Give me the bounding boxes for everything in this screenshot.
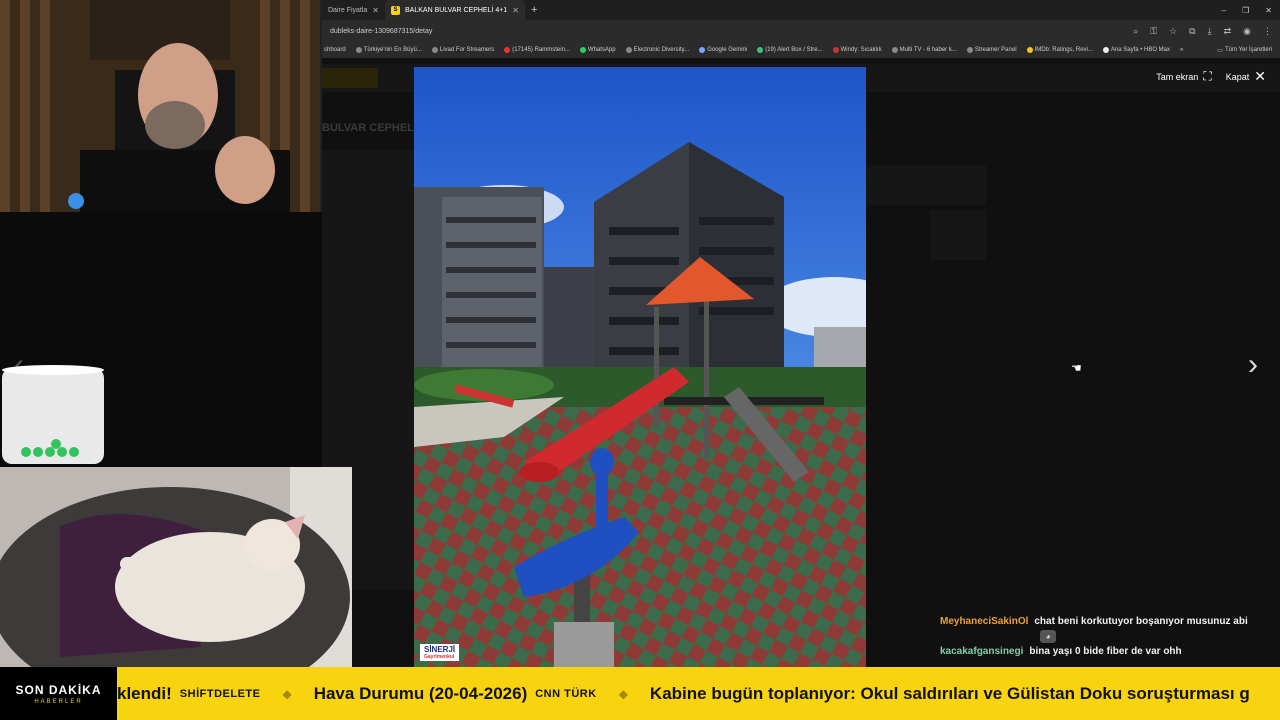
bookmark-item[interactable]: Livad For Streamers bbox=[431, 47, 494, 53]
fullscreen-button[interactable]: Tam ekran ⛶ bbox=[1156, 69, 1211, 84]
chat-message: kacakafgansinegi bina yaşı 0 bide fiber … bbox=[940, 646, 1270, 657]
bookmarks-overflow-button[interactable]: » bbox=[1180, 47, 1183, 53]
next-photo-arrow-icon[interactable]: › bbox=[1248, 350, 1258, 380]
bookmark-item[interactable]: Windy: Sıcaklık bbox=[832, 47, 882, 53]
whatsapp-icon bbox=[579, 47, 586, 53]
profile-icon[interactable]: ◉ bbox=[1243, 26, 1251, 37]
seller-card bbox=[866, 165, 986, 205]
close-icon[interactable]: ✕ bbox=[512, 6, 519, 15]
bookmark-item[interactable]: Electronic Diversity... bbox=[625, 47, 689, 53]
bookmark-item[interactable]: (19) Alert Box / Stre... bbox=[757, 47, 823, 53]
tab-label: Daire Fiyatla bbox=[328, 6, 368, 14]
youtube-icon bbox=[504, 47, 511, 53]
maximize-icon[interactable]: ❐ bbox=[1242, 6, 1249, 15]
seller-photo bbox=[930, 210, 986, 260]
tip-jar-widget bbox=[0, 364, 106, 466]
address-bar[interactable]: dubleks-daire-1309687315/detay ⌕ ⚿ ☆ ⧉ ⤓… bbox=[322, 20, 1280, 42]
breaking-news-badge: SON DAKİKA HABERLER bbox=[0, 667, 117, 720]
ticker-source: CNN TÜRK bbox=[535, 687, 597, 700]
sidebar-icon[interactable]: ⇄ bbox=[1224, 26, 1232, 37]
close-icon: ✕ bbox=[1254, 68, 1266, 84]
close-lightbox-button[interactable]: Kapat ✕ bbox=[1226, 68, 1266, 85]
watermark-logo: SİNERJİ Gayrimenkul bbox=[420, 644, 460, 661]
streamelements-icon bbox=[757, 47, 764, 53]
bookmark-item[interactable]: WhatsApp bbox=[579, 47, 616, 53]
cat-emote-icon: ◕ bbox=[1040, 630, 1056, 643]
site-icon bbox=[625, 47, 632, 53]
browser-tabbar: Daire Fiyatla ✕ S BALKAN BULVAR CEPHELİ … bbox=[322, 0, 1280, 20]
imdb-icon bbox=[1026, 47, 1033, 53]
news-ticker: klendi! SHİFTDELETE ◆ Hava Durumu (20-04… bbox=[0, 667, 1280, 720]
badge-subtitle: HABERLER bbox=[34, 698, 83, 705]
window-close-icon[interactable]: ✕ bbox=[1265, 6, 1272, 15]
ticker-headline: Kabine bugün toplanıyor: Okul saldırılar… bbox=[649, 683, 1250, 703]
all-bookmarks-folder[interactable]: ▭ Tüm Yer İşaretleri bbox=[1217, 47, 1280, 54]
site-icon bbox=[966, 47, 973, 53]
bookmarks-bar: shboard Türkiye'nin En Büyü... Livad For… bbox=[322, 42, 1280, 58]
download-icon[interactable]: ⤓ bbox=[1208, 26, 1212, 37]
listing-photo: SİNERJİ Gayrimenkul bbox=[414, 67, 866, 667]
ticker-headline: Hava Durumu (20-04-2026) bbox=[313, 683, 528, 703]
windy-icon bbox=[832, 47, 839, 53]
bookmark-item[interactable]: IMDb: Ratings, Revi... bbox=[1026, 47, 1093, 53]
diamond-separator-icon: ◆ bbox=[282, 686, 292, 701]
bookmark-item[interactable]: Streamer Panel bbox=[966, 47, 1017, 53]
site-logo bbox=[322, 68, 378, 88]
lightbox-controls: Tam ekran ⛶ Kapat ✕ bbox=[1156, 68, 1266, 85]
tab-balkan-bulvar[interactable]: S BALKAN BULVAR CEPHELİ 4+1 ✕ bbox=[385, 0, 525, 20]
new-tab-icon[interactable]: + bbox=[525, 4, 543, 16]
site-icon bbox=[431, 47, 438, 53]
sahibinden-favicon-icon: S bbox=[391, 5, 400, 15]
key-icon[interactable]: ⚿ bbox=[1150, 26, 1157, 37]
listing-title: BULVAR CEPHELİ bbox=[322, 122, 417, 134]
gemini-icon bbox=[699, 47, 706, 53]
bookmark-item[interactable]: Ana Sayfa • HBO Max bbox=[1102, 47, 1170, 53]
site-icon bbox=[891, 47, 898, 53]
chat-text: chat beni korkutuyor boşanıyor musunuz a… bbox=[1034, 616, 1248, 627]
badge-title: SON DAKİKA bbox=[15, 682, 102, 697]
pet-camera bbox=[0, 467, 352, 667]
bookmark-item[interactable]: Türkiye'nin En Büyü... bbox=[355, 47, 422, 53]
hbo-icon bbox=[1102, 47, 1109, 53]
bookmark-item[interactable]: (17145) Rammstein... bbox=[504, 47, 570, 53]
tab-label: BALKAN BULVAR CEPHELİ 4+1 bbox=[405, 6, 508, 14]
zoom-icon[interactable]: ⌕ bbox=[1133, 26, 1138, 37]
bookmark-star-icon[interactable]: ☆ bbox=[1169, 26, 1177, 37]
bookmark-item[interactable]: shboard bbox=[324, 47, 346, 53]
stream-screen: { "browser": { "tabs": [ {"label": "Dair… bbox=[0, 0, 1280, 720]
hand-cursor-icon: ☚ bbox=[1071, 361, 1082, 375]
chat-overlay: MeyhaneciSakinOl chat beni korkutuyor bo… bbox=[940, 616, 1270, 660]
chat-username: kacakafgansinegi bbox=[940, 646, 1024, 657]
site-icon bbox=[355, 47, 362, 53]
minimize-icon[interactable]: – bbox=[1222, 6, 1226, 15]
streamer-webcam bbox=[0, 0, 322, 212]
bookmark-item[interactable]: Multi TV - 6 haber k... bbox=[891, 47, 957, 53]
ticker-source: SHİFTDELETE bbox=[179, 687, 261, 700]
diamond-separator-icon: ◆ bbox=[618, 686, 628, 701]
chat-text: bina yaşı 0 bide fiber de var ohh bbox=[1029, 646, 1182, 657]
ticker-track: klendi! SHİFTDELETE ◆ Hava Durumu (20-04… bbox=[117, 667, 1250, 720]
chat-username: MeyhaneciSakinOl bbox=[940, 616, 1029, 627]
chat-message: MeyhaneciSakinOl chat beni korkutuyor bo… bbox=[940, 616, 1270, 627]
fullscreen-icon: ⛶ bbox=[1203, 69, 1212, 83]
bookmark-item[interactable]: Google Gemini bbox=[699, 47, 747, 53]
tab-daire-fiyatlari[interactable]: Daire Fiyatla ✕ bbox=[322, 0, 385, 20]
folder-icon: ▭ bbox=[1217, 47, 1223, 54]
ticker-headline: klendi! bbox=[117, 683, 172, 703]
close-icon[interactable]: ✕ bbox=[372, 6, 379, 15]
url-text[interactable]: dubleks-daire-1309687315/detay bbox=[330, 28, 432, 35]
menu-icon[interactable]: ⋮ bbox=[1263, 26, 1272, 37]
extensions-icon[interactable]: ⧉ bbox=[1189, 26, 1195, 37]
